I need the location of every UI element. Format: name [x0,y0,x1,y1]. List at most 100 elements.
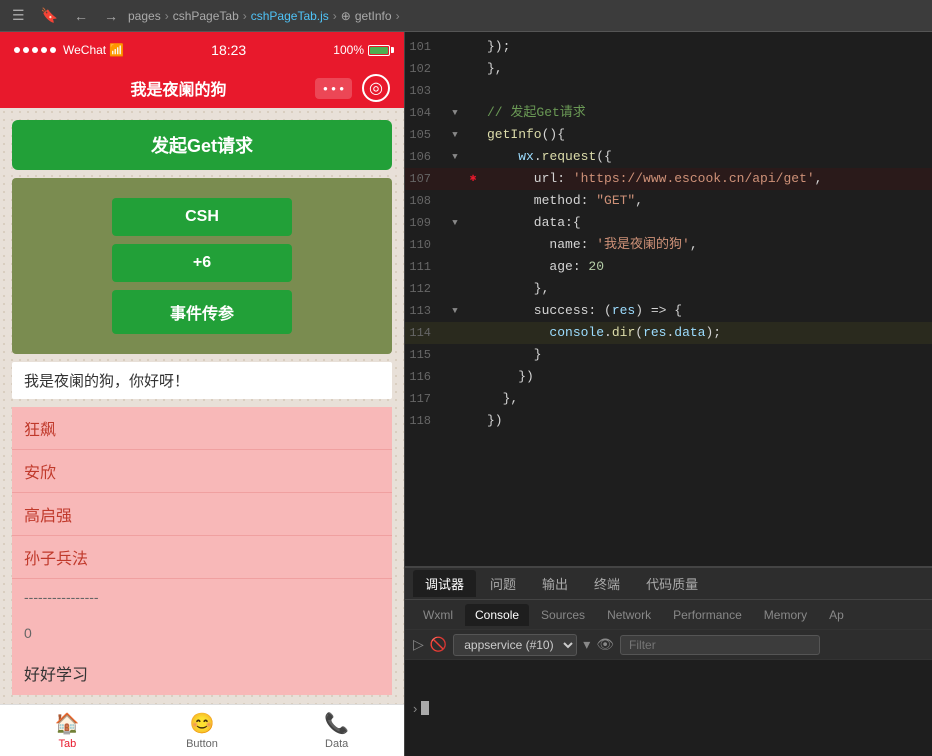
breadcrumb-file[interactable]: cshPageTab.js [251,9,329,23]
tab-label-data: Data [325,738,348,750]
target-button[interactable]: ◎ [362,74,390,102]
code-content: getInfo(){ [483,124,932,146]
line-number: 115 [405,344,447,366]
csh-button[interactable]: CSH [112,198,292,236]
eye-icon[interactable]: 👁 [596,636,614,653]
hamburger-icon[interactable]: ☰ [8,5,29,26]
devtool-sources[interactable]: Sources [531,604,595,626]
get-request-button[interactable]: 发起Get请求 [12,120,392,170]
carrier-info: WeChat 📶 [14,43,124,57]
signal-dot-5 [50,47,56,53]
devtool-performance[interactable]: Performance [663,604,752,626]
carrier-name: WeChat [63,43,106,57]
code-line-105: 105 ▼ getInfo(){ [405,124,932,146]
service-select[interactable]: appservice (#10) [453,634,577,656]
line-number: 110 [405,234,447,256]
code-line-109: 109 ▼ data:{ [405,212,932,234]
code-line-107: 107 ✱ url: 'https://www.escook.cn/api/ge… [405,168,932,190]
battery-icon [368,45,390,56]
list-container: 狂飙 安欣 高启强 孙子兵法 ---------------- 0 好好学习 [12,407,392,695]
code-line-117: 117 }, [405,388,932,410]
bookmark-icon[interactable]: 🔖 [37,5,62,26]
breadcrumb-cshpagetab[interactable]: cshPageTab [173,9,239,23]
block-icon[interactable]: 🚫 [430,636,447,653]
devtool-console[interactable]: Console [465,604,529,626]
battery-percent: 100% [333,43,364,57]
list-item: 孙子兵法 [12,536,392,579]
bottom-tabs: 调试器 问题 输出 终端 代码质量 [405,568,932,600]
code-content: }, [483,388,932,410]
forward-icon[interactable]: → [100,6,122,26]
code-content: data:{ [483,212,932,234]
list-last-item: 好好学习 [12,651,392,695]
code-line-118: 118 }) [405,410,932,432]
code-line-113: 113 ▼ success: (res) => { [405,300,932,322]
event-button[interactable]: 事件传参 [112,290,292,334]
console-toolbar: ▷ 🚫 appservice (#10) ▾ 👁 [405,630,932,660]
line-number: 118 [405,410,447,432]
line-number: 102 [405,58,447,80]
text-display: 我是夜阑的狗，你好呀！ [12,362,392,399]
tab-label-button: Button [186,738,218,750]
list-item: 高启强 [12,493,392,536]
tab-item-data[interactable]: 📞 Data [269,705,404,756]
signal-dot-2 [23,47,29,53]
more-button[interactable]: • • • [315,78,352,99]
line-number: 112 [405,278,447,300]
list-separator: ---------------- [12,579,392,615]
run-icon[interactable]: ▷ [413,636,424,653]
tab-terminal[interactable]: 终端 [582,570,632,597]
code-content: console.dir(res.data); [483,322,932,344]
line-number: 108 [405,190,447,212]
console-prompt: › [413,701,417,716]
tab-item-button[interactable]: 😊 Button [135,705,270,756]
breadcrumb-getinfo[interactable]: getInfo [355,9,392,23]
filter-input[interactable] [620,635,820,655]
list-item: 狂飙 [12,407,392,450]
code-line-111: 111 age: 20 [405,256,932,278]
tab-output[interactable]: 输出 [530,570,580,597]
back-icon[interactable]: ← [70,6,92,26]
breadcrumb-symbol[interactable]: ⊕ [341,9,351,23]
code-line-108: 108 method: "GET", [405,190,932,212]
code-content: }, [483,58,932,80]
bottom-panel: 调试器 问题 输出 终端 代码质量 Wxml Console Sources N… [405,566,932,756]
dropdown-icon[interactable]: ▾ [583,636,590,653]
plus6-button[interactable]: +6 [112,244,292,282]
code-panel: 101 }); 102 }, 103 104 ▼ [405,32,932,756]
tab-problems[interactable]: 问题 [478,570,528,597]
code-content: wx.request({ [483,146,932,168]
tab-item-tab[interactable]: 🏠 Tab [0,705,135,756]
breadcrumb: pages › cshPageTab › cshPageTab.js › ⊕ g… [128,9,400,23]
devtool-ap[interactable]: Ap [819,604,854,626]
code-content: }, [483,278,932,300]
code-content: } [483,344,932,366]
line-number: 104 [405,102,447,124]
line-number: 109 [405,212,447,234]
code-editor[interactable]: 101 }); 102 }, 103 104 ▼ [405,32,932,566]
devtool-wxml[interactable]: Wxml [413,604,463,626]
devtool-network[interactable]: Network [597,604,661,626]
breadcrumb-pages[interactable]: pages [128,9,161,23]
devtool-memory[interactable]: Memory [754,604,817,626]
code-line-102: 102 }, [405,58,932,80]
code-line-104: 104 ▼ // 发起Get请求 [405,102,932,124]
battery-info: 100% [333,43,390,57]
devtools-tabs: Wxml Console Sources Network Performance… [405,600,932,630]
code-line-101: 101 }); [405,36,932,58]
signal-dot-1 [14,47,20,53]
status-time: 18:23 [211,42,246,58]
code-content: // 发起Get请求 [483,102,932,124]
code-line-103: 103 [405,80,932,102]
battery-fill [370,47,388,54]
tab-code-quality[interactable]: 代码质量 [634,570,710,597]
top-toolbar: ☰ 🔖 ← → pages › cshPageTab › cshPageTab.… [0,0,932,32]
wechat-panel: WeChat 📶 18:23 100% 我是夜阑的狗 • • • ◎ 发起Get… [0,32,405,756]
phone-status-bar: WeChat 📶 18:23 100% [0,32,404,68]
tab-debugger[interactable]: 调试器 [413,570,476,597]
line-number: 103 [405,80,447,102]
list-item: 安欣 [12,450,392,493]
code-line-106: 106 ▼ wx.request({ [405,146,932,168]
wechat-body: 发起Get请求 CSH +6 事件传参 我是夜阑的狗，你好呀！ 狂飙 安欣 高启… [0,108,404,704]
code-line-114: 114 console.dir(res.data); [405,322,932,344]
